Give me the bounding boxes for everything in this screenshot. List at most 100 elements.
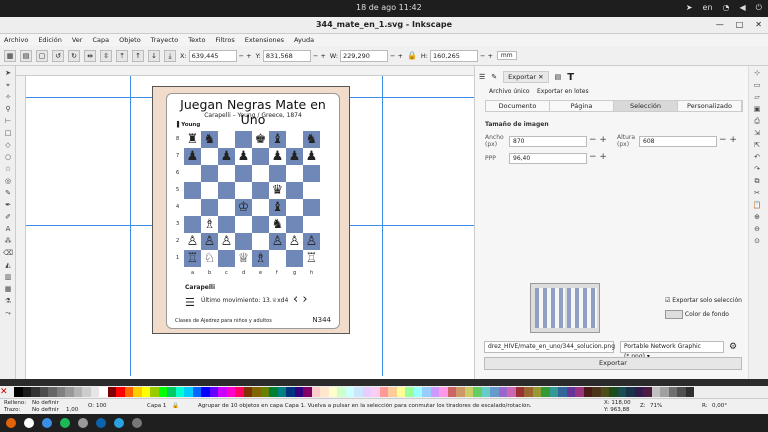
node-tool-icon[interactable]: ⌖ xyxy=(2,80,14,90)
dock-tab-edit-icon[interactable]: ✎ xyxy=(491,73,497,81)
zoom-out-icon[interactable]: ⊖ xyxy=(751,224,763,234)
export-icon[interactable]: ⇱ xyxy=(751,140,763,150)
color-swatch[interactable] xyxy=(362,387,371,397)
y-minus-icon[interactable]: − xyxy=(313,52,318,60)
color-swatch[interactable] xyxy=(549,387,558,397)
color-swatch[interactable] xyxy=(592,387,601,397)
circle-tool-icon[interactable]: ○ xyxy=(2,152,14,162)
layer-select[interactable]: Capa 1 xyxy=(147,403,166,409)
horizontal-ruler[interactable] xyxy=(16,66,474,76)
new-document-icon[interactable]: ▭ xyxy=(751,80,763,90)
color-swatch[interactable] xyxy=(490,387,499,397)
calligraphy-tool-icon[interactable]: ✐ xyxy=(2,212,14,222)
color-swatch[interactable] xyxy=(226,387,235,397)
color-swatch[interactable] xyxy=(379,387,388,397)
color-swatch[interactable] xyxy=(524,387,533,397)
bucket-tool-icon[interactable]: ◭ xyxy=(2,260,14,270)
measure-tool-icon[interactable]: ⊢ xyxy=(2,116,14,126)
color-swatch[interactable] xyxy=(141,387,150,397)
color-swatch[interactable] xyxy=(507,387,516,397)
color-swatch[interactable] xyxy=(133,387,142,397)
color-swatch[interactable] xyxy=(192,387,201,397)
segment-custom[interactable]: Personalizado xyxy=(678,101,742,111)
rotate-cw-icon[interactable]: ↻ xyxy=(68,49,80,62)
color-swatch[interactable] xyxy=(320,387,329,397)
menu-edicion[interactable]: Edición xyxy=(38,36,62,44)
color-swatch[interactable] xyxy=(14,387,23,397)
menu-ayuda[interactable]: Ayuda xyxy=(294,36,314,44)
tab-batch-export[interactable]: Exportar en lotes xyxy=(537,88,589,95)
color-swatch[interactable] xyxy=(311,387,320,397)
raise-to-top-icon[interactable]: ⤒ xyxy=(116,49,128,62)
color-swatch[interactable] xyxy=(600,387,609,397)
color-swatch[interactable] xyxy=(201,387,210,397)
color-swatch[interactable] xyxy=(685,387,694,397)
color-swatch[interactable] xyxy=(99,387,108,397)
color-swatch[interactable] xyxy=(286,387,295,397)
copy-icon[interactable]: ⧉ xyxy=(751,176,763,186)
dock-tab-text-icon[interactable]: T xyxy=(567,72,574,83)
dropper-tool-icon[interactable]: ⚗ xyxy=(2,296,14,306)
color-swatch[interactable] xyxy=(405,387,414,397)
color-swatch[interactable] xyxy=(626,387,635,397)
color-swatch[interactable] xyxy=(167,387,176,397)
width-input[interactable]: 870 xyxy=(509,136,587,147)
h-minus-icon[interactable]: − xyxy=(480,52,485,60)
text-tool-icon[interactable]: A xyxy=(2,224,14,234)
color-swatch[interactable] xyxy=(456,387,465,397)
color-swatch[interactable] xyxy=(498,387,507,397)
w-plus-icon[interactable]: + xyxy=(397,52,402,60)
guide-line[interactable] xyxy=(130,76,131,376)
menu-objeto[interactable]: Objeto xyxy=(119,36,141,44)
color-swatch[interactable] xyxy=(22,387,31,397)
color-swatch[interactable] xyxy=(430,387,439,397)
chess-card-artwork[interactable]: Juegan Negras Mate en Uno Carapelli – Yo… xyxy=(166,93,340,329)
color-swatch[interactable] xyxy=(31,387,40,397)
menu-texto[interactable]: Texto xyxy=(188,36,205,44)
color-swatch[interactable] xyxy=(184,387,193,397)
color-swatch[interactable] xyxy=(677,387,686,397)
vscode-icon[interactable] xyxy=(96,418,106,428)
export-settings-gear-icon[interactable]: ⚙ xyxy=(729,342,737,352)
tab-single-file[interactable]: Archivo único xyxy=(489,88,530,95)
undo-icon[interactable]: ↶ xyxy=(751,152,763,162)
color-swatch[interactable] xyxy=(56,387,65,397)
eraser-tool-icon[interactable]: ⌫ xyxy=(2,248,14,258)
color-swatch[interactable] xyxy=(345,387,354,397)
color-swatch[interactable] xyxy=(583,387,592,397)
select-all-layers-icon[interactable]: ▤ xyxy=(20,49,32,62)
system-clock[interactable]: 18 de ago 11:42 xyxy=(356,3,422,12)
color-swatch[interactable] xyxy=(422,387,431,397)
spotify-icon[interactable] xyxy=(60,418,70,428)
color-swatch[interactable] xyxy=(473,387,482,397)
pen-tool-icon[interactable]: ✒ xyxy=(2,200,14,210)
lower-icon[interactable]: ↓ xyxy=(148,49,160,62)
color-swatch[interactable] xyxy=(175,387,184,397)
color-swatch[interactable] xyxy=(617,387,626,397)
color-swatch[interactable] xyxy=(634,387,643,397)
inkscape-icon[interactable] xyxy=(132,418,142,428)
tweak-tool-icon[interactable]: ✧ xyxy=(2,92,14,102)
maximize-button[interactable]: □ xyxy=(736,20,744,29)
telegram-app-icon[interactable] xyxy=(114,418,124,428)
dock-tab-objects-icon[interactable]: ▤ xyxy=(555,73,562,81)
color-swatch[interactable] xyxy=(532,387,541,397)
terminal-icon[interactable] xyxy=(42,418,52,428)
firefox-icon[interactable] xyxy=(6,418,16,428)
close-button[interactable]: ✕ xyxy=(755,20,762,29)
opacity-value[interactable]: 100 xyxy=(96,403,107,409)
spray-tool-icon[interactable]: ⁂ xyxy=(2,236,14,246)
deselect-icon[interactable]: ▢ xyxy=(36,49,48,62)
color-swatch[interactable] xyxy=(48,387,57,397)
export-button[interactable]: Exportar xyxy=(484,357,742,370)
color-swatch[interactable] xyxy=(566,387,575,397)
color-swatch[interactable] xyxy=(73,387,82,397)
print-icon[interactable]: ⎙ xyxy=(751,116,763,126)
color-swatch[interactable] xyxy=(243,387,252,397)
ppp-input[interactable]: 96,40 xyxy=(509,153,587,164)
lower-to-bottom-icon[interactable]: ⤓ xyxy=(164,49,176,62)
color-swatch[interactable] xyxy=(651,387,660,397)
color-swatch[interactable] xyxy=(209,387,218,397)
export-selected-checkbox[interactable]: ☑ Exportar solo selección xyxy=(665,297,742,304)
rotate-ccw-icon[interactable]: ↺ xyxy=(52,49,64,62)
